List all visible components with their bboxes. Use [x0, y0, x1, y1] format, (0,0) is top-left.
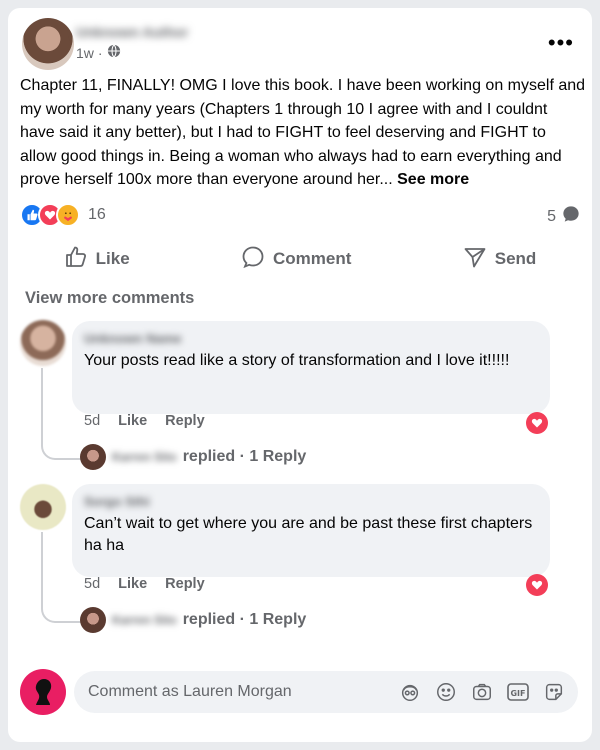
thumbs-up-icon — [64, 245, 88, 274]
heart-reaction-icon[interactable] — [526, 574, 548, 596]
view-replies-link[interactable]: Karren Sito replied · 1 Reply — [80, 444, 306, 470]
reactions-summary[interactable]: 16 — [20, 203, 106, 227]
comment-like-button[interactable]: Like — [118, 413, 147, 429]
comment-input[interactable]: Comment as Lauren Morgan — [88, 683, 398, 701]
send-icon — [463, 245, 487, 274]
author-name[interactable]: Unknown Author — [76, 24, 188, 40]
comment-actions: 5d Like Reply — [84, 413, 205, 429]
author-avatar[interactable] — [22, 18, 74, 70]
globe-icon — [107, 44, 121, 61]
post-time[interactable]: 1w — [76, 45, 94, 61]
comment-bubble: Sorgo Sthi Can’t wait to get where you a… — [72, 484, 550, 577]
see-more-link[interactable]: See more — [397, 171, 469, 188]
composer-avatar[interactable] — [20, 669, 66, 715]
send-button-label: Send — [494, 249, 537, 268]
gif-icon[interactable]: GIF — [506, 680, 530, 704]
camera-icon[interactable] — [470, 680, 494, 704]
post-text: Chapter 11, FINALLY! OMG I love this boo… — [20, 77, 586, 188]
comment-author[interactable]: Sorgo Sthi — [84, 494, 538, 509]
send-button[interactable]: Send — [463, 245, 537, 274]
reaction-count: 16 — [88, 206, 106, 223]
comment-time[interactable]: 5d — [84, 413, 100, 429]
comment-time[interactable]: 5d — [84, 576, 100, 592]
view-replies-link[interactable]: Karren Sito replied · 1 Reply — [80, 607, 306, 633]
replies-label: replied · 1 Reply — [182, 448, 307, 465]
care-reaction-icon — [56, 203, 80, 227]
sticker-icon[interactable] — [542, 680, 566, 704]
comment-button[interactable]: Comment — [241, 245, 351, 274]
like-button[interactable]: Like — [64, 245, 130, 274]
comment-count-value: 5 — [547, 207, 556, 225]
reply-avatar — [80, 607, 106, 633]
post-actions: Like Comment Send — [8, 234, 592, 284]
comment-avatar[interactable] — [20, 484, 66, 530]
avatar-sticker-icon[interactable] — [398, 680, 422, 704]
post-meta: 1w · — [76, 44, 121, 61]
emoji-icon[interactable] — [434, 680, 458, 704]
comment-text: Can’t wait to get where you are and be p… — [84, 515, 533, 554]
like-button-label: Like — [95, 249, 130, 268]
heart-reaction-icon[interactable] — [526, 412, 548, 434]
replies-label: replied · 1 Reply — [182, 611, 307, 628]
comment-author[interactable]: Unknown Name — [84, 331, 538, 346]
comment-actions: 5d Like Reply — [84, 576, 205, 592]
reply-avatar — [80, 444, 106, 470]
comment-reply-button[interactable]: Reply — [165, 413, 205, 429]
comment-button-label: Comment — [273, 249, 352, 268]
reply-author: Karren Sito — [112, 450, 177, 464]
post-body: Chapter 11, FINALLY! OMG I love this boo… — [20, 74, 586, 192]
comment-count[interactable]: 5 — [547, 205, 580, 228]
post-card: Unknown Author 1w · ••• Chapter 11, FINA… — [8, 8, 592, 742]
comment-text: Your posts read like a story of transfor… — [84, 352, 510, 369]
reply-author: Karren Sito — [112, 613, 177, 627]
comment-avatar[interactable] — [20, 320, 66, 366]
comment-composer[interactable]: Comment as Lauren Morgan GIF — [74, 671, 578, 713]
comment-like-button[interactable]: Like — [118, 576, 147, 592]
comment-icon — [241, 245, 265, 274]
comment-bubble-icon — [562, 205, 580, 228]
meta-separator: · — [97, 44, 103, 61]
comment-bubble: Unknown Name Your posts read like a stor… — [72, 321, 550, 414]
svg-text:GIF: GIF — [510, 689, 525, 698]
comment-reply-button[interactable]: Reply — [165, 576, 205, 592]
post-menu-button[interactable]: ••• — [548, 30, 574, 56]
view-more-comments-link[interactable]: View more comments — [25, 289, 194, 308]
